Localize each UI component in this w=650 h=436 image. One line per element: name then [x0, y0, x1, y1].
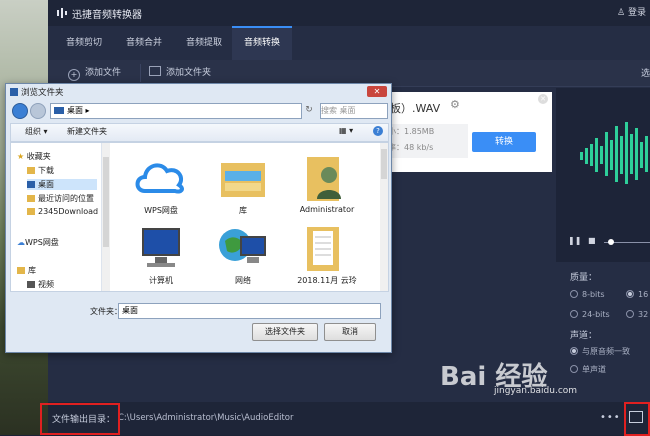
address-bar: 桌面 ▸ ↻ 搜索 桌面 — [10, 102, 388, 120]
refresh-icon[interactable]: ↻ — [302, 103, 316, 117]
pause-icon[interactable]: ❚❚ — [568, 236, 581, 245]
add-folder-button[interactable]: 添加文件夹 — [140, 64, 211, 82]
stop-icon[interactable]: ■ — [588, 236, 596, 245]
tab-audio-cut[interactable]: 音频剪切 — [54, 26, 114, 60]
folder-item-wps-cloud[interactable]: WPS网盘 — [125, 153, 197, 216]
network-icon — [219, 229, 266, 263]
folder-documents-icon — [307, 227, 339, 271]
app-icon — [10, 88, 18, 96]
tree-item-videos[interactable]: 视频 — [27, 279, 54, 290]
file-bitrate: 率：48 kb/s — [388, 143, 434, 152]
playback-controls: ❚❚ ■ — [568, 236, 650, 250]
progress-knob[interactable] — [608, 239, 614, 245]
folder-name-input[interactable]: 桌面 — [118, 303, 381, 319]
new-folder-button[interactable]: 新建文件夹 — [67, 126, 107, 137]
channel-label: 声道： — [570, 331, 598, 341]
output-dir-path: C:\Users\Administrator\Music\AudioEditor — [118, 413, 294, 423]
file-meta: 小：1.85MB 率：48 kb/s — [384, 124, 468, 158]
dialog-close-button[interactable]: ✕ — [367, 86, 387, 97]
login-link[interactable]: ♙ 登录 — [617, 5, 646, 18]
forward-button[interactable] — [30, 103, 46, 119]
tree-item-2345download[interactable]: 2345Download — [27, 207, 98, 216]
folder-item-2018-11[interactable]: 2018.11月 云玲 — [291, 223, 363, 286]
help-icon[interactable]: ? — [373, 126, 383, 136]
convert-button[interactable]: 转换 — [472, 132, 536, 152]
quality-label: 质量： — [570, 273, 598, 283]
baidu-watermark-url: jingyan.baidu.com — [494, 386, 578, 396]
gear-icon[interactable]: ⚙ — [450, 98, 460, 111]
add-file-button[interactable]: + 添加文件 — [68, 64, 121, 82]
folder-item-administrator[interactable]: Administrator — [291, 153, 363, 214]
tab-audio-merge[interactable]: 音频合并 — [114, 26, 174, 60]
tab-audio-convert[interactable]: 音频转换 — [232, 26, 292, 60]
close-icon[interactable]: ✕ — [538, 94, 548, 104]
video-icon — [27, 281, 35, 288]
highlight-folder-button — [624, 402, 650, 436]
file-name: 板）.WAV — [390, 102, 441, 115]
view-options-icon[interactable]: ▦ ▾ — [339, 126, 353, 135]
tree-item-library[interactable]: 库 — [17, 265, 36, 276]
browse-folder-dialog: 浏览文件夹 ✕ 桌面 ▸ ↻ 搜索 桌面 组织 ▾ 新建文件夹 ▦ ▾ ? ★ … — [5, 83, 392, 353]
breadcrumb-arrow-icon: ▸ — [85, 106, 90, 115]
contents-scrollbar[interactable] — [380, 143, 388, 291]
folder-item-computer[interactable]: 计算机 — [125, 223, 197, 286]
waveform-icon — [580, 122, 648, 184]
back-button[interactable] — [12, 103, 28, 119]
radio-32bit[interactable]: 32 — [626, 310, 648, 319]
folder-icon — [27, 167, 35, 174]
select-folder-button[interactable]: 选择文件夹 — [252, 323, 318, 341]
radio-24bit[interactable]: 24-bits — [570, 310, 610, 319]
library-folder-icon — [221, 163, 265, 197]
dialog-body: ★ 收藏夹 下载 桌面 最近访问的位置 2345Download ☁ WPS网盘 … — [10, 142, 389, 292]
tree-scrollbar[interactable] — [102, 143, 110, 291]
desktop-icon — [27, 181, 35, 188]
folder-icon — [149, 66, 161, 76]
title-bar: 迅捷音频转换器 ♙ 登录 — [48, 0, 650, 26]
computer-icon — [142, 228, 180, 267]
desktop-icon — [54, 107, 64, 114]
user-folder-icon — [307, 157, 341, 201]
folder-item-library[interactable]: 库 — [207, 153, 279, 216]
user-icon: ♙ — [617, 8, 626, 18]
organize-menu[interactable]: 组织 ▾ — [25, 126, 48, 137]
tree-item-recent[interactable]: 最近访问的位置 — [27, 193, 94, 204]
select-all-link[interactable]: 选 — [641, 66, 650, 79]
star-icon: ★ — [17, 152, 25, 161]
tree-item-wps-cloud[interactable]: ☁WPS网盘 — [17, 237, 59, 248]
cloud-icon: ☁ — [17, 238, 25, 247]
folder-tree: ★ 收藏夹 下载 桌面 最近访问的位置 2345Download ☁WPS网盘 … — [11, 143, 102, 291]
folder-icon — [27, 195, 35, 202]
settings-panel: 质量： 8-bits 16 24-bits 32 声道： 与原音频一致 单声道 — [556, 262, 650, 402]
radio-channel-mono[interactable]: 单声道 — [570, 364, 606, 375]
output-bar: 文件输出目录： C:\Users\Administrator\Music\Aud… — [48, 402, 650, 435]
main-tabs: 音频剪切 音频合并 音频提取 音频转换 — [48, 26, 650, 60]
search-input[interactable]: 搜索 桌面 — [320, 103, 388, 119]
more-options-button[interactable]: ••• — [600, 412, 621, 423]
plus-icon: + — [68, 69, 80, 81]
tab-audio-extract[interactable]: 音频提取 — [174, 26, 234, 60]
app-logo-icon — [57, 8, 67, 18]
file-card: 板）.WAV ⚙ ✕ 小：1.85MB 率：48 kb/s 转换 — [384, 92, 552, 172]
address-input[interactable]: 桌面 ▸ — [50, 103, 302, 119]
highlight-output-label — [40, 403, 120, 435]
tree-item-downloads[interactable]: 下载 — [27, 165, 54, 176]
folder-contents: WPS网盘 库 Administrator 计算机 网络 2018.11月 云玲 — [111, 143, 377, 291]
radio-channel-original[interactable]: 与原音频一致 — [570, 346, 630, 357]
cloud-icon — [135, 163, 184, 194]
file-size: 小：1.85MB — [388, 127, 435, 136]
tree-item-favorites[interactable]: ★ 收藏夹 — [17, 151, 51, 162]
folder-item-network[interactable]: 网络 — [207, 223, 279, 286]
command-bar: 组织 ▾ 新建文件夹 ▦ ▾ ? — [10, 123, 389, 142]
folder-icon — [27, 208, 35, 215]
radio-8bit[interactable]: 8-bits — [570, 290, 605, 299]
cancel-button[interactable]: 取消 — [324, 323, 376, 341]
app-title: 迅捷音频转换器 — [72, 10, 142, 21]
tree-item-desktop[interactable]: 桌面 — [27, 179, 97, 190]
dialog-title: 浏览文件夹 — [10, 86, 64, 100]
radio-16bit[interactable]: 16 — [626, 290, 648, 299]
library-icon — [17, 267, 25, 274]
